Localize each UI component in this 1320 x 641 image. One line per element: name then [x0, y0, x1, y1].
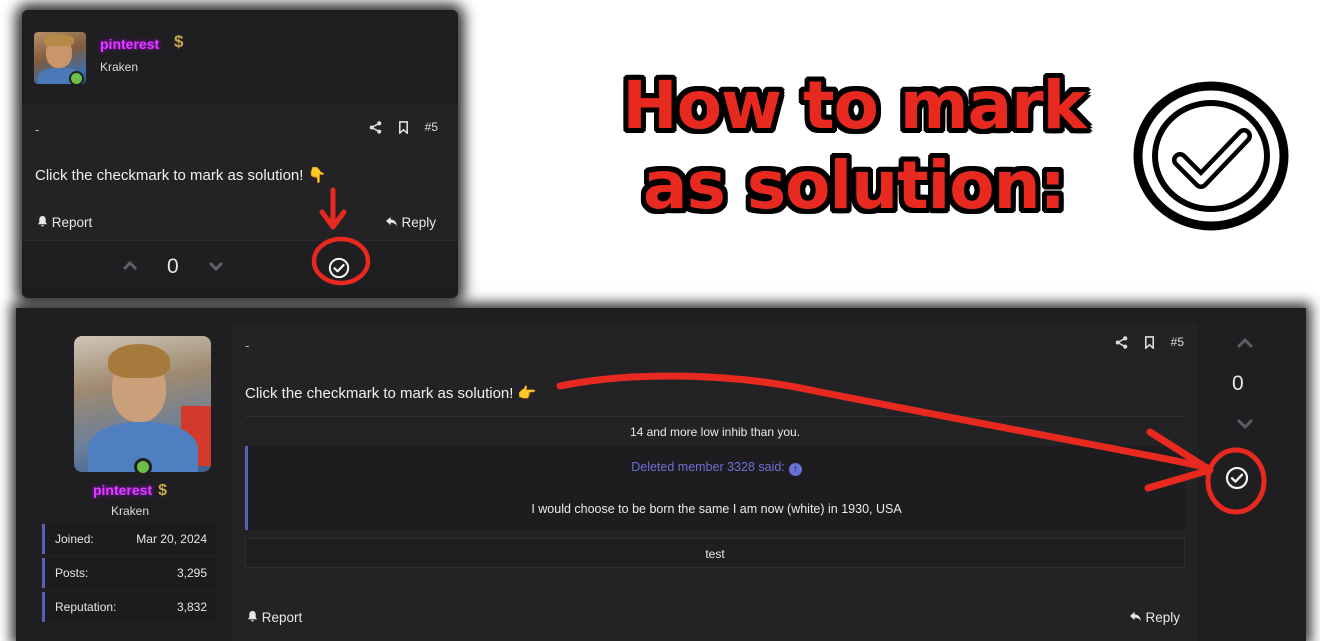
- post-message: Click the checkmark to mark as solution!…: [35, 167, 327, 184]
- tutorial-headline: How to mark as solution:: [584, 66, 1124, 226]
- report-button[interactable]: Report: [37, 215, 92, 230]
- quote-author-link[interactable]: Deleted member 3328 said: ↑: [248, 460, 1185, 476]
- chevron-up-icon[interactable]: [122, 261, 138, 271]
- bookmark-icon[interactable]: [1144, 335, 1155, 349]
- post-text-line: 14 and more low inhib than you.: [245, 416, 1185, 446]
- checkmark-circle-icon[interactable]: [328, 257, 350, 279]
- report-button[interactable]: Report: [247, 610, 302, 625]
- stat-reputation: Reputation: 3,832: [42, 592, 217, 622]
- report-label: Report: [261, 610, 303, 625]
- arrow-up-circle-icon[interactable]: ↑: [788, 463, 802, 476]
- stat-value: 3,295: [176, 566, 207, 580]
- online-indicator: [134, 458, 152, 476]
- headline-line-2: as solution:: [643, 147, 1066, 224]
- post-content: - #5 Click the checkmark to mark as solu…: [232, 322, 1198, 641]
- user-panel: pinterest $ Kraken Joined: Mar 20, 2024 P…: [28, 322, 232, 641]
- share-icon[interactable]: [369, 120, 382, 134]
- stat-joined: Joined: Mar 20, 2024: [42, 524, 217, 554]
- username-link[interactable]: pinterest $: [28, 482, 232, 500]
- stat-value: 3,832: [176, 600, 207, 614]
- reply-icon: [385, 216, 397, 227]
- reply-icon: [1129, 611, 1141, 622]
- chevron-up-icon[interactable]: [1236, 338, 1254, 349]
- username-text: pinterest: [92, 482, 153, 498]
- stat-posts: Posts: 3,295: [42, 558, 217, 588]
- quote-author: Deleted member 3328 said:: [631, 460, 785, 474]
- vote-bar: 0: [22, 240, 458, 296]
- reply-label: Reply: [1145, 610, 1180, 625]
- username-link[interactable]: pinterest: [100, 36, 159, 52]
- chevron-down-icon[interactable]: [208, 261, 224, 271]
- bookmark-icon[interactable]: [398, 120, 409, 134]
- post-separator: -: [35, 122, 40, 137]
- large-post-card: pinterest $ Kraken Joined: Mar 20, 2024 P…: [16, 308, 1306, 641]
- stat-key: Reputation:: [55, 600, 117, 614]
- big-checkmark-circle-icon: [1133, 81, 1289, 231]
- post-tools: #5: [369, 120, 438, 134]
- post-number-link[interactable]: #5: [425, 120, 438, 134]
- vote-column: 0: [1198, 322, 1294, 641]
- vote-score: 0: [1232, 372, 1244, 395]
- quote-body: I would choose to be born the same I am …: [531, 502, 902, 516]
- stat-value: Mar 20, 2024: [136, 532, 207, 546]
- headline-line-1: How to mark: [622, 67, 1086, 144]
- user-role: Kraken: [110, 504, 150, 518]
- stat-key: Joined:: [55, 532, 94, 546]
- stat-key: Posts:: [55, 566, 89, 580]
- avatar[interactable]: [74, 336, 211, 472]
- checkmark-circle-icon[interactable]: [1225, 466, 1249, 490]
- reply-button[interactable]: Reply: [385, 215, 436, 230]
- user-role: Kraken: [100, 60, 139, 74]
- post-separator: -: [245, 338, 250, 353]
- reply-button[interactable]: Reply: [1129, 610, 1180, 625]
- post-message: Click the checkmark to mark as solution!…: [245, 385, 537, 402]
- small-post-card: pinterest $ Kraken - #5 Click the checkm…: [22, 10, 458, 298]
- post-tools: #5: [1115, 335, 1184, 349]
- chevron-down-icon[interactable]: [1236, 418, 1254, 429]
- post-number-link[interactable]: #5: [1171, 335, 1184, 349]
- share-icon[interactable]: [1115, 335, 1128, 349]
- online-indicator: [69, 71, 84, 86]
- dollar-badge-icon: $: [174, 32, 184, 51]
- report-label: Report: [51, 215, 93, 230]
- bell-icon: [247, 610, 258, 622]
- bell-icon: [37, 215, 48, 227]
- vote-score: 0: [167, 255, 179, 278]
- dollar-badge-icon: $: [158, 482, 168, 499]
- small-post-body: - #5 Click the checkmark to mark as solu…: [22, 104, 458, 298]
- reply-label: Reply: [401, 215, 436, 230]
- small-post-header: pinterest $ Kraken: [22, 10, 458, 104]
- quote-block: Deleted member 3328 said: ↑ I would choos…: [245, 446, 1185, 530]
- post-text-box: test: [245, 538, 1185, 568]
